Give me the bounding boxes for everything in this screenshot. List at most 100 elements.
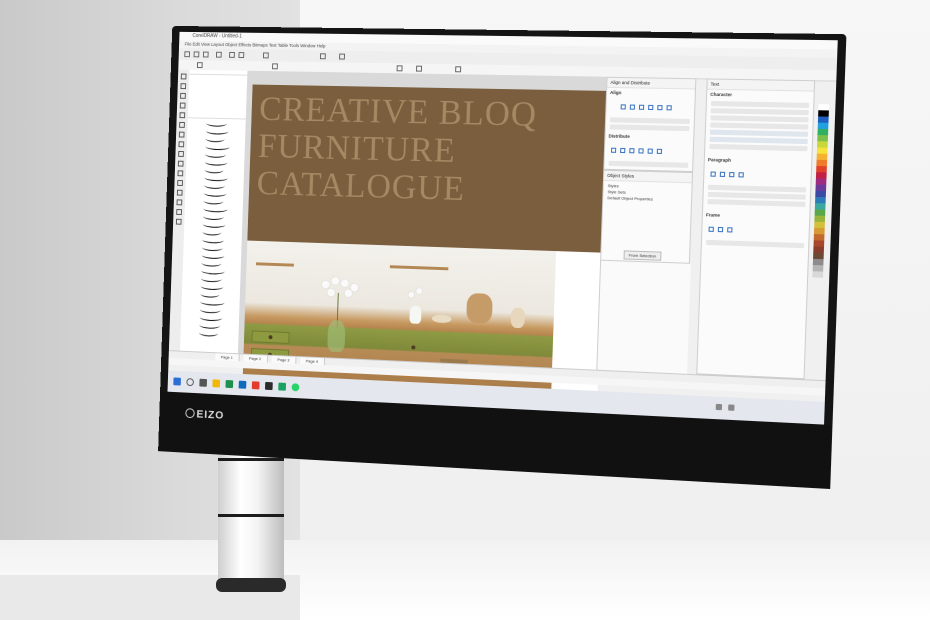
rotate-icon[interactable] [415, 65, 423, 72]
align-option-row[interactable] [609, 124, 690, 132]
frame-align-bottom-icon[interactable] [727, 227, 733, 233]
corel-app-icon[interactable] [225, 379, 234, 389]
connector-tool-icon[interactable] [177, 180, 183, 186]
align-text-center-icon[interactable] [719, 171, 726, 177]
preset-icon[interactable] [196, 62, 203, 69]
distribute-left-icon[interactable] [610, 147, 617, 153]
brush-stroke[interactable] [199, 329, 219, 337]
drop-shadow-tool-icon[interactable] [176, 189, 183, 196]
distribute-spacing-icon[interactable] [638, 148, 644, 154]
brush-stroke[interactable] [204, 158, 228, 166]
mirror-icon[interactable] [396, 65, 403, 72]
fill-tool-icon[interactable] [175, 218, 182, 225]
whatsapp-icon[interactable] [291, 383, 300, 392]
brush-stroke[interactable] [205, 127, 229, 135]
crop-tool-icon[interactable] [180, 92, 186, 99]
background-fill-row[interactable] [709, 136, 808, 145]
brush-stroke[interactable] [200, 274, 222, 283]
brush-stroke[interactable] [201, 259, 222, 267]
frame-columns-row[interactable] [705, 239, 805, 249]
distribute-top-icon[interactable] [647, 148, 653, 154]
network-icon[interactable] [715, 403, 723, 411]
size-icon[interactable] [272, 63, 278, 70]
redo-icon[interactable] [238, 52, 245, 59]
brush-stroke[interactable] [202, 236, 224, 244]
align-middle-icon[interactable] [657, 105, 663, 111]
settings-icon[interactable] [339, 53, 346, 60]
catalogue-banner[interactable]: CREATIVE BLOQ FURNITURE CATALOGUE [247, 84, 609, 253]
brush-stroke[interactable] [199, 321, 221, 330]
brush-stroke[interactable] [200, 298, 225, 306]
catalogue-headline[interactable]: CREATIVE BLOQ FURNITURE CATALOGUE [256, 90, 538, 211]
brush-stroke[interactable] [201, 251, 225, 260]
align-right-icon[interactable] [638, 104, 645, 110]
document-page[interactable]: CREATIVE BLOQ FURNITURE CATALOGUE [242, 84, 609, 395]
brush-stroke[interactable] [205, 150, 226, 159]
ellipse-tool-icon[interactable] [178, 141, 185, 148]
font-size-field[interactable] [710, 115, 809, 123]
rectangle-tool-icon[interactable] [178, 131, 185, 138]
brush-stroke[interactable] [203, 189, 227, 197]
frame-align-top-icon[interactable] [708, 226, 714, 232]
font-family-select[interactable] [710, 100, 810, 108]
align-icon[interactable] [455, 66, 462, 73]
brush-stroke[interactable] [205, 142, 230, 151]
from-selection-button[interactable]: From Selection [623, 250, 662, 261]
search-icon[interactable] [186, 378, 194, 387]
app-icon[interactable] [251, 381, 260, 390]
brush-stroke[interactable] [203, 212, 224, 221]
spacing-row[interactable] [707, 199, 806, 207]
drawing-canvas[interactable]: CREATIVE BLOQ FURNITURE CATALOGUE [237, 70, 609, 395]
outline-row[interactable] [709, 143, 808, 152]
distribute-center-icon[interactable] [620, 147, 626, 154]
start-icon[interactable] [173, 377, 181, 386]
brush-stroke[interactable] [205, 135, 225, 143]
print-icon[interactable] [215, 51, 222, 58]
brush-stroke[interactable] [201, 243, 223, 252]
palette-swatch[interactable] [812, 271, 824, 278]
app-icon[interactable] [264, 381, 273, 391]
brush-stroke[interactable] [199, 313, 223, 322]
font-style-select[interactable] [710, 108, 809, 116]
volume-icon[interactable] [728, 404, 735, 411]
distribute-to-row[interactable] [608, 160, 689, 168]
brush-stroke[interactable] [200, 290, 220, 298]
brush-stroke[interactable] [204, 166, 224, 174]
align-left-icon[interactable] [620, 104, 626, 110]
brush-stroke[interactable] [206, 119, 227, 127]
distribute-bottom-icon[interactable] [656, 148, 663, 154]
brush-stroke[interactable] [199, 305, 221, 314]
zoom-tool-icon[interactable] [179, 102, 186, 109]
brush-stroke[interactable] [202, 220, 226, 229]
tree-item[interactable]: Default Object Properties [607, 195, 687, 203]
distribute-right-icon[interactable] [629, 148, 635, 154]
underline-select[interactable] [710, 122, 809, 130]
brush-stroke[interactable] [204, 173, 228, 182]
file-explorer-icon[interactable] [212, 379, 221, 388]
pick-tool-icon[interactable] [180, 73, 187, 80]
edge-icon[interactable] [238, 380, 247, 389]
align-bottom-icon[interactable] [666, 105, 672, 111]
align-top-icon[interactable] [648, 104, 654, 111]
undo-icon[interactable] [229, 51, 235, 58]
align-text-left-icon[interactable] [710, 171, 716, 177]
new-icon[interactable] [184, 51, 191, 58]
justify-icon[interactable] [738, 172, 744, 178]
shape-tool-icon[interactable] [180, 83, 187, 90]
parallel-dimension-tool-icon[interactable] [177, 170, 184, 177]
polygon-tool-icon[interactable] [178, 150, 184, 157]
zoom-icon[interactable] [262, 52, 269, 59]
brush-stroke[interactable] [201, 267, 225, 275]
freehand-tool-icon[interactable] [179, 112, 186, 119]
align-center-icon[interactable] [629, 104, 636, 110]
brush-stroke[interactable] [202, 228, 222, 236]
brush-stroke[interactable] [203, 197, 224, 205]
brush-stroke[interactable] [203, 205, 228, 213]
snap-icon[interactable] [319, 53, 326, 60]
artistic-media-tool-icon[interactable] [179, 121, 185, 128]
align-to-row[interactable] [610, 117, 690, 125]
task-view-icon[interactable] [199, 378, 208, 387]
text-tool-icon[interactable] [177, 160, 184, 167]
eyedropper-tool-icon[interactable] [176, 209, 182, 216]
app-icon[interactable] [278, 382, 287, 391]
